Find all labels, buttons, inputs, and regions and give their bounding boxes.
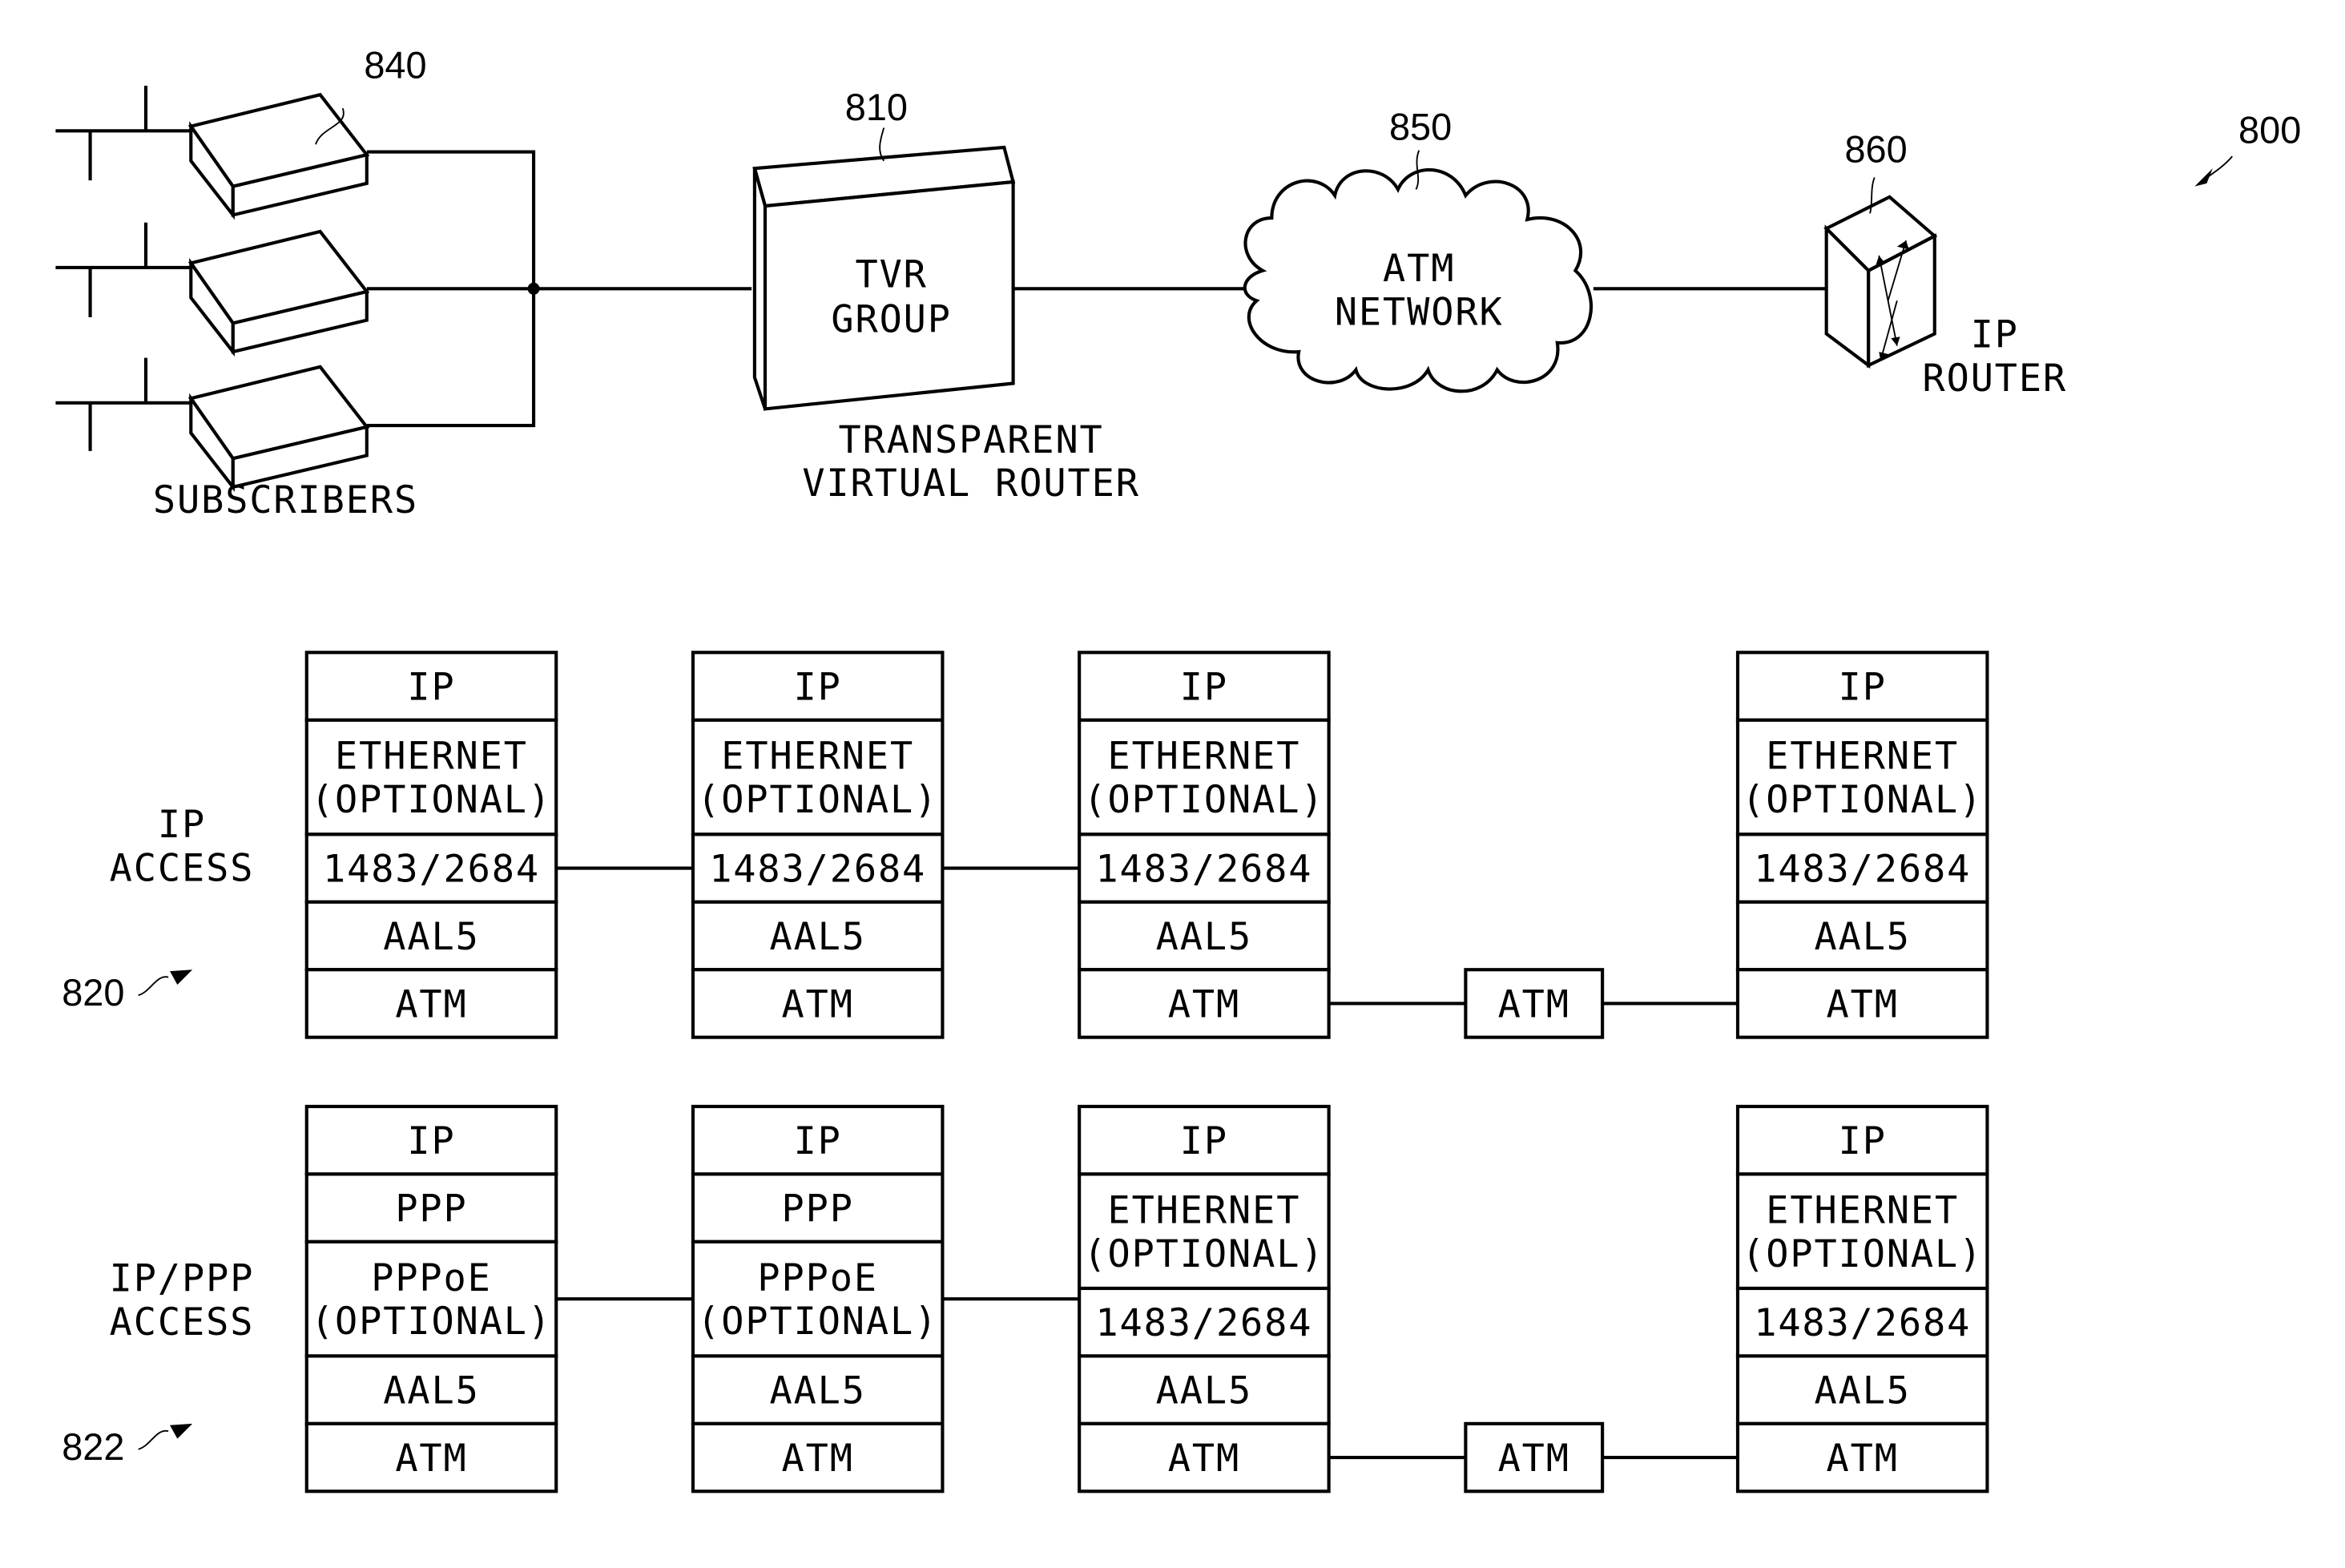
protocol-layer-label: (OPTIONAL) [1742,1232,1983,1276]
subscriber-modem-2 [55,222,370,357]
junction-dot [527,282,540,295]
protocol-layer-label: IP [1180,665,1228,709]
subscribers-label: SUBSCRIBERS [153,478,418,522]
atm-network-cloud: 850 ATM NETWORK [1243,107,1594,393]
protocol-stack: IP PPP PPPoE(OPTIONAL) AAL5 ATM [304,1104,558,1493]
tvr-caption-line2: VIRTUAL ROUTER [802,462,1139,506]
ip-router-line1: IP [1971,312,2019,357]
protocol-layer-label: IP [794,665,842,709]
protocol-layer-label: (OPTIONAL) [311,1300,552,1344]
protocol-layer-label: 1483/2684 [709,847,926,891]
protocol-layer-label: AAL5 [383,1369,479,1413]
protocol-layer-label: PPP [782,1187,854,1231]
protocol-layer-label: AAL5 [1814,915,1910,959]
arrow-icon [2194,168,2213,187]
arrow-icon [170,1423,193,1439]
ref-840: 840 [364,45,426,87]
protocol-layer-label: (OPTIONAL) [1083,778,1324,822]
protocol-stack: IP ETHERNET(OPTIONAL) 1483/2684 AAL5 ATM [304,651,558,1039]
protocol-layer-label: (OPTIONAL) [697,778,938,822]
protocol-layer-label: ETHERNET [1107,1188,1300,1232]
protocol-layer-label: ETHERNET [1766,735,1959,779]
protocol-layer-label: ATM [1168,982,1240,1026]
protocol-layer-label: AAL5 [383,915,479,959]
network-diagram: 840 SUBSCRIBERS 810 TVR GROUP TRANSPAREN… [55,45,2301,1493]
protocol-layer-label: AAL5 [769,915,865,959]
protocol-stack: IP ETHERNET(OPTIONAL) 1483/2684 AAL5 ATM [1735,651,1989,1039]
ip-access-section: IP ACCESS 820 IPETHERNET(OPTIONAL)1483/2… [62,651,1989,1039]
protocol-layer-label: ATM [395,982,467,1026]
ip-access-label-line1: IP [158,803,206,847]
tvr-group-device: 810 TVR GROUP TRANSPARENT VIRTUAL ROUTER [752,87,1139,506]
subscriber-modem-1 [55,85,370,220]
protocol-layer-label: IP [1839,1119,1887,1163]
protocol-stack: IP ETHERNET(OPTIONAL) 1483/2684 AAL5 ATM [691,651,945,1039]
ref-822: 822 [62,1426,124,1468]
protocol-layer-label: 1483/2684 [1754,1301,1971,1345]
protocol-layer-label: ETHERNET [335,735,528,779]
ip-ppp-access-section: IP/PPP ACCESS 822 IPPPPPPPoE(OPTIONAL)AA… [62,1104,1989,1493]
protocol-layer-label: 1483/2684 [1754,847,1971,891]
protocol-layer-label: ATM [782,1437,854,1481]
ip-ppp-access-label-line1: IP/PPP [110,1257,255,1301]
protocol-stack: IP PPP PPPoE(OPTIONAL) AAL5 ATM [691,1104,945,1493]
protocol-layer-label: (OPTIONAL) [697,1300,938,1344]
ref-820: 820 [62,972,124,1014]
subscriber-modem-3 [55,357,370,492]
protocol-layer-label: ATM [1168,1437,1240,1481]
ref-810: 810 [845,87,908,128]
tvr-label-line2: GROUP [831,298,952,342]
protocol-layer-label: 1483/2684 [1095,847,1312,891]
protocol-layer-label: ATM [782,982,854,1026]
ref-800: 800 [2238,109,2301,151]
ref-860: 860 [1844,129,1907,171]
ip-access-label-line2: ACCESS [110,847,255,891]
protocol-layer-label: (OPTIONAL) [1083,1232,1324,1276]
protocol-stack: IP ETHERNET(OPTIONAL) 1483/2684 AAL5 ATM [1078,651,1331,1039]
protocol-layer-label: ETHERNET [1766,1188,1959,1232]
protocol-stack: IP ETHERNET(OPTIONAL) 1483/2684 AAL5 ATM [1735,1104,1989,1493]
protocol-layer-label: (OPTIONAL) [1742,778,1983,822]
protocol-layer-label: AAL5 [1156,915,1252,959]
tvr-label-line1: TVR [855,252,927,296]
protocol-layer-label: PPPoE [371,1256,492,1300]
protocol-layer-label: ATM [1827,982,1899,1026]
protocol-stack: IP ETHERNET(OPTIONAL) 1483/2684 AAL5 ATM [1078,1104,1331,1493]
protocol-layer-label: IP [1839,665,1887,709]
protocol-layer-label: ETHERNET [1107,735,1300,779]
ip-ppp-access-label-line2: ACCESS [110,1300,255,1344]
subscribers-group: 840 SUBSCRIBERS [55,45,752,522]
protocol-layer-label: IP [407,665,455,709]
arrow-icon [170,969,193,985]
atm-switch-label: ATM [1498,1437,1570,1481]
protocol-layer-label: ETHERNET [721,735,914,779]
protocol-layer-label: IP [1180,1119,1228,1163]
protocol-layer-label: 1483/2684 [1095,1301,1312,1345]
atm-switch-label: ATM [1498,982,1570,1026]
protocol-layer-label: 1483/2684 [323,847,540,891]
protocol-layer-label: PPPoE [757,1256,878,1300]
protocol-layer-label: (OPTIONAL) [311,778,552,822]
figure-reference: 800 [2194,109,2301,187]
atm-network-line2: NETWORK [1335,290,1504,334]
tvr-caption-line1: TRANSPARENT [838,418,1103,462]
protocol-layer-label: ATM [1827,1437,1899,1481]
protocol-layer-label: PPP [395,1187,467,1231]
protocol-layer-label: AAL5 [769,1369,865,1413]
ip-router-line2: ROUTER [1922,357,2067,401]
protocol-layer-label: IP [407,1119,455,1163]
ref-850: 850 [1389,107,1452,148]
protocol-layer-label: IP [794,1119,842,1163]
protocol-layer-label: AAL5 [1156,1369,1252,1413]
ip-router-device: 860 IP ROUTER [1823,129,2067,401]
protocol-layer-label: AAL5 [1814,1369,1910,1413]
protocol-layer-label: ATM [395,1437,467,1481]
atm-network-line1: ATM [1383,247,1455,291]
